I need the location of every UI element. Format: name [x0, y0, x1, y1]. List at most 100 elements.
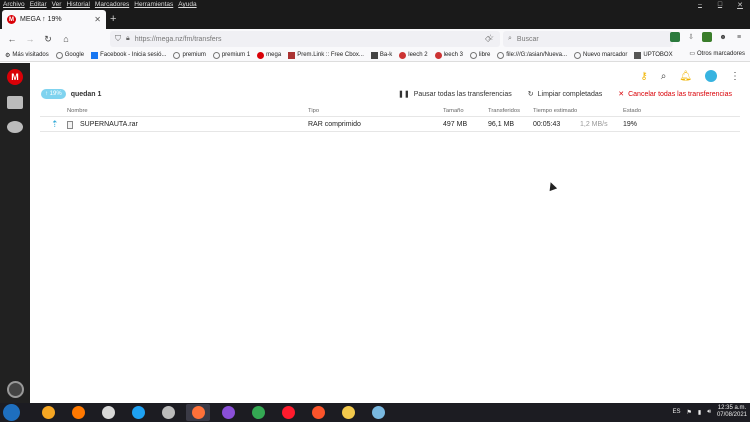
system-tray: ES ⚑ ▮ 🔊︎ 12:35 a.m. 07/08/2021 [672, 405, 747, 419]
video-icon[interactable] [96, 404, 120, 421]
avatar[interactable] [705, 70, 717, 82]
menu-historial[interactable]: Historial [66, 1, 89, 8]
bookmark-item[interactable]: premium [173, 51, 206, 59]
media-player-icon[interactable] [36, 404, 60, 421]
col-type[interactable]: Tipo [308, 108, 319, 114]
bookmark-item[interactable]: mega [257, 51, 281, 59]
close-window-icon[interactable]: ✕ [730, 0, 750, 9]
bookmark-item[interactable]: Google [55, 51, 84, 59]
file-speed: 1,2 MB/s [580, 121, 608, 128]
menu-ver[interactable]: Ver [52, 1, 62, 8]
menu-editar[interactable]: Editar [30, 1, 47, 8]
menu-marcadores[interactable]: Marcadores [95, 1, 129, 8]
bookmark-item[interactable]: ⚙ Más visitados [5, 52, 49, 59]
avast-icon[interactable] [66, 404, 90, 421]
chat-icon[interactable] [7, 121, 23, 133]
mega-sidebar: M [0, 63, 30, 403]
cancel-all-button[interactable]: ✕ Cancelar todas las transferencias [618, 90, 732, 99]
mega-logo-icon[interactable]: M [7, 69, 23, 85]
bookmark-item[interactable]: UPTOBOX [634, 51, 673, 59]
bookmark-item[interactable]: leech 3 [434, 51, 463, 59]
col-transferred[interactable]: Transferidos [488, 108, 520, 114]
download-manager-icon[interactable]: ⇩ [686, 32, 696, 42]
more-options-icon[interactable]: ⋮ [730, 71, 740, 82]
leech-icon [434, 51, 442, 59]
upload-progress-badge: ↑ 19% [41, 89, 66, 99]
bookmark-item[interactable]: leech 2 [399, 51, 428, 59]
file-size: 497 MB [443, 121, 468, 128]
refresh-icon: ↻ [527, 91, 534, 98]
tool-icon[interactable] [156, 404, 180, 421]
cloud-drive-icon[interactable] [7, 96, 23, 109]
chrome-icon[interactable] [246, 404, 270, 421]
url-bar[interactable]: ⛉ 🔒︎ https://mega.nz/fm/transfers ☆ [110, 31, 500, 47]
mega-icon [257, 51, 265, 59]
transfers-indicator-icon[interactable] [7, 381, 24, 398]
language-indicator[interactable]: ES [672, 409, 680, 415]
app-icon[interactable] [366, 404, 390, 421]
bookmark-item[interactable]: Facebook - Inicia sesió... [91, 51, 166, 59]
premlink-icon [288, 51, 296, 59]
pause-all-button[interactable]: ❚❚ Pausar todas las transferencias [397, 90, 512, 99]
flag-icon[interactable]: ⚑ [686, 409, 691, 416]
minimize-icon[interactable]: – [690, 0, 710, 9]
bookmark-item[interactable]: Nuevo marcador [574, 51, 627, 59]
pocket-icon[interactable]: ◇ [485, 34, 491, 43]
ie-icon[interactable] [126, 404, 150, 421]
search-bar[interactable]: ⌕ Buscar [503, 31, 673, 47]
menu-herramientas[interactable]: Herramientas [134, 1, 173, 8]
new-tab-icon[interactable]: + [110, 13, 116, 25]
tab-title: MEGA ↑ 19% [20, 16, 62, 23]
bookmark-item[interactable]: premium 1 [212, 51, 250, 59]
ublock-icon[interactable] [670, 32, 680, 42]
table-row[interactable]: ⇡ SUPERNAUTA.rar RAR comprimido 497 MB 9… [40, 118, 740, 132]
home-icon[interactable]: ⌂ [59, 32, 73, 46]
firefox-icon[interactable] [186, 404, 210, 421]
back-icon[interactable]: ← [5, 32, 19, 46]
col-eta[interactable]: Tiempo estimado [533, 108, 577, 114]
window-controls: – □ ✕ [690, 0, 750, 9]
bell-icon[interactable]: 🔔︎ [679, 71, 692, 82]
clock-date: 07/08/2021 [716, 412, 747, 418]
bookmark-item[interactable]: Prem.Link :: Free Cbox... [288, 51, 364, 59]
bookmark-item[interactable]: file:///G:/asian/Nueva... [497, 51, 567, 59]
globe-icon [55, 51, 63, 59]
bookmark-item[interactable]: libre [469, 51, 490, 59]
menu-ayuda[interactable]: Ayuda [178, 1, 196, 8]
forward-icon[interactable]: → [23, 32, 37, 46]
close-tab-icon[interactable]: ✕ [94, 15, 101, 24]
key-icon[interactable]: ⚷ [640, 71, 647, 82]
col-name[interactable]: Nombre [67, 108, 88, 114]
start-button-icon[interactable] [3, 404, 20, 421]
podcast-icon[interactable] [216, 404, 240, 421]
clock[interactable]: 12:35 a.m. 07/08/2021 [717, 405, 747, 419]
globe-icon [574, 51, 581, 59]
col-status[interactable]: Estado [623, 108, 641, 114]
transfer-actions: ❚❚ Pausar todas las transferencias ↻ Limpi… [397, 90, 732, 99]
clock-time: 12:35 a.m. [717, 405, 747, 411]
folder-icon[interactable] [336, 404, 360, 421]
opera-icon[interactable] [276, 404, 300, 421]
menu-archivo[interactable]: Archivo [3, 1, 25, 8]
col-size[interactable]: Tamaño [443, 108, 464, 114]
lock-icon[interactable]: 🔒︎ [126, 35, 130, 43]
search-icon[interactable]: ⌕ [661, 71, 667, 82]
reload-icon[interactable]: ↻ [41, 32, 55, 46]
other-bookmarks[interactable]: ▭ Otros marcadores [689, 50, 745, 58]
remaining-count: quedan 1 [70, 90, 102, 98]
menu-icon[interactable]: ≡ [734, 32, 744, 42]
transfers-panel: ⚷ ⌕ 🔔︎ ⋮ ↑ 19% quedan 1 ❚❚ Pausar todas l… [30, 63, 750, 403]
maximize-icon[interactable]: □ [710, 0, 730, 9]
extension-icon[interactable] [702, 32, 712, 42]
tab-mega[interactable]: M MEGA ↑ 19% ✕ [2, 10, 106, 29]
shield-icon[interactable]: ⛉ [115, 34, 121, 44]
url-text[interactable]: https://mega.nz/fm/transfers [135, 36, 222, 43]
volume-icon[interactable]: 🔊︎ [707, 409, 711, 416]
bookmark-item[interactable]: Ba-k [370, 51, 392, 59]
network-icon[interactable]: ▮ [698, 409, 701, 416]
tab-strip: M MEGA ↑ 19% ✕ + [0, 9, 750, 29]
mask-icon[interactable]: ☻ [718, 32, 728, 42]
pause-icon: ❚❚ [397, 91, 410, 98]
brave-icon[interactable] [306, 404, 330, 421]
clear-completed-button[interactable]: ↻ Limpiar completadas [527, 90, 602, 99]
